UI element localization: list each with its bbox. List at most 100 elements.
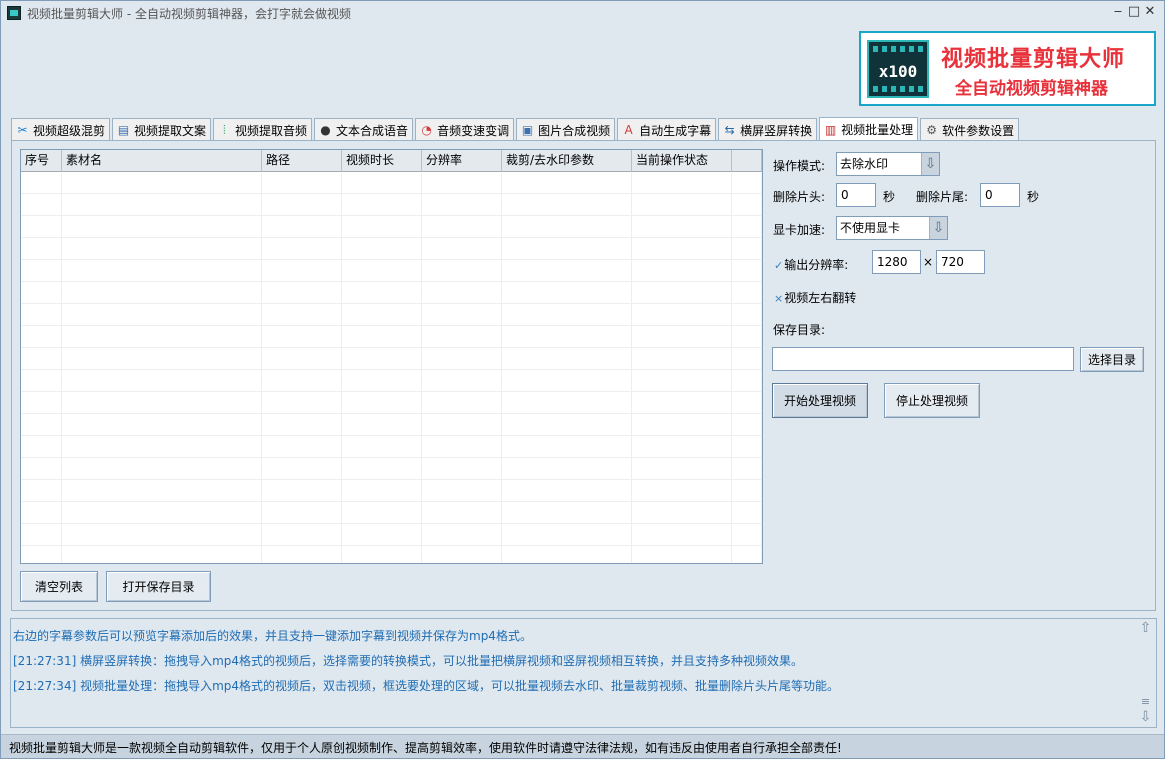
gear-icon: ⚙: [926, 123, 938, 137]
start-process-button[interactable]: 开始处理视频: [772, 383, 868, 418]
column-divider: [731, 172, 732, 563]
tab-label: 文本合成语音: [336, 123, 409, 138]
tab-text-to-speech[interactable]: ● 文本合成语音: [314, 118, 414, 141]
trim-head-unit: 秒: [883, 190, 896, 204]
column-header[interactable]: 视频时长: [342, 150, 422, 172]
maximize-button[interactable]: □: [1126, 3, 1142, 21]
height-input[interactable]: 720: [936, 250, 985, 274]
stop-process-button[interactable]: 停止处理视频: [884, 383, 980, 418]
mode-label: 操作模式:: [773, 159, 826, 173]
status-text: 视频批量剪辑大师是一款视频全自动剪辑软件，仅用于个人原创视频制作、提高剪辑效率，…: [9, 741, 842, 755]
image-icon: ▣: [521, 123, 534, 137]
film-icon: ▥: [824, 122, 837, 137]
tab-label: 视频批量处理: [841, 123, 914, 137]
column-divider: [761, 172, 762, 563]
save-dir-input[interactable]: [772, 347, 1074, 371]
app-window: 视频批量剪辑大师 - 全自动视频剪辑神器，会打字就会做视频 ‒ □ ✕ x100…: [0, 0, 1165, 759]
flip-label: 视频左右翻转: [784, 291, 857, 305]
tab-image-to-video[interactable]: ▣ 图片合成视频: [516, 118, 616, 141]
document-icon: ▤: [117, 123, 130, 137]
resolution-label: 输出分辨率:: [784, 258, 849, 272]
scroll-up-icon[interactable]: ⇧: [1137, 620, 1154, 637]
tab-label: 视频提取音频: [235, 123, 308, 138]
scissors-icon: ✂: [17, 123, 28, 137]
logo-text: x100: [878, 62, 918, 81]
rotate-screen-icon: ⇆: [724, 123, 735, 137]
resolution-checkbox[interactable]: ✓输出分辨率:: [774, 256, 848, 273]
tab-label: 视频超级混剪: [33, 123, 106, 138]
cross-icon: ×: [774, 292, 784, 305]
microphone-icon: ●: [320, 123, 331, 137]
flip-checkbox[interactable]: ×视频左右翻转: [774, 289, 856, 306]
trim-tail-input[interactable]: 0: [980, 183, 1020, 207]
audio-wave-icon: ⦙: [223, 122, 226, 137]
log-scrollbar[interactable]: ⇧ ≡ ⇩: [1137, 620, 1154, 726]
times-sign: ×: [923, 255, 934, 269]
trim-tail-unit: 秒: [1027, 190, 1040, 204]
tab-label: 软件参数设置: [942, 123, 1015, 138]
check-icon: ✓: [774, 259, 784, 272]
log-line: 右边的字幕参数后可以预览字幕添加后的效果，并且支持一键添加字幕到视频并保存为mp…: [13, 629, 532, 643]
brand-banner: x100 视频批量剪辑大师 全自动视频剪辑神器: [859, 31, 1156, 106]
log-output[interactable]: 右边的字幕参数后可以预览字幕添加后的效果，并且支持一键添加字幕到视频并保存为mp…: [10, 618, 1157, 728]
column-header[interactable]: 路径: [262, 150, 342, 172]
banner-subtitle: 全自动视频剪辑神器: [955, 79, 1108, 99]
column-divider: [341, 172, 342, 563]
video-list-table[interactable]: 序号 素材名 路径 视频时长 分辨率 裁剪/去水印参数 当前操作状态: [20, 149, 763, 564]
window-title: 视频批量剪辑大师 - 全自动视频剪辑神器，会打字就会做视频: [27, 7, 351, 21]
batch-process-panel: 序号 素材名 路径 视频时长 分辨率 裁剪/去水印参数 当前操作状态 清空列表 打开保存目录…: [11, 140, 1156, 611]
title-bar[interactable]: 视频批量剪辑大师 - 全自动视频剪辑神器，会打字就会做视频 ‒ □ ✕: [1, 1, 1164, 25]
tab-label: 音频变速变调: [437, 123, 510, 138]
minimize-button[interactable]: ‒: [1110, 3, 1126, 21]
tab-super-mix[interactable]: ✂ 视频超级混剪: [11, 118, 111, 141]
tab-label: 自动生成字幕: [639, 123, 712, 138]
width-input[interactable]: 1280: [872, 250, 921, 274]
column-header[interactable]: 素材名: [62, 150, 262, 172]
save-dir-label: 保存目录:: [773, 323, 826, 337]
table-header: 序号 素材名 路径 视频时长 分辨率 裁剪/去水印参数 当前操作状态: [21, 150, 762, 172]
column-header[interactable]: [732, 150, 762, 172]
banner-title: 视频批量剪辑大师: [941, 47, 1126, 72]
tab-label: 图片合成视频: [538, 123, 611, 138]
mode-select[interactable]: 去除水印 ⇩: [836, 152, 940, 176]
column-divider: [501, 172, 502, 563]
tab-label: 视频提取文案: [134, 123, 207, 138]
column-divider: [261, 172, 262, 563]
column-header[interactable]: 分辨率: [422, 150, 502, 172]
choose-dir-button[interactable]: 选择目录: [1080, 347, 1144, 372]
tab-extract-copy[interactable]: ▤ 视频提取文案: [112, 118, 212, 141]
trim-head-label: 删除片头:: [773, 190, 826, 204]
table-body[interactable]: [21, 172, 762, 563]
gpu-select-value: 不使用显卡: [840, 221, 901, 235]
tab-batch-process[interactable]: ▥ 视频批量处理: [819, 117, 919, 141]
tab-audio-speed[interactable]: ◔ 音频变速变调: [415, 118, 515, 141]
mode-select-value: 去除水印: [840, 157, 889, 171]
log-line: [21:27:34] 视频批量处理：拖拽导入mp4格式的视频后，双击视频，框选要…: [13, 679, 840, 693]
tab-screen-rotate[interactable]: ⇆ 横屏竖屏转换: [718, 118, 818, 141]
font-icon: A: [624, 123, 633, 137]
column-header[interactable]: 序号: [21, 150, 62, 172]
open-save-dir-button[interactable]: 打开保存目录: [106, 571, 211, 602]
status-bar: 视频批量剪辑大师是一款视频全自动剪辑软件，仅用于个人原创视频制作、提高剪辑效率，…: [1, 734, 1164, 758]
chevron-down-icon[interactable]: ⇩: [921, 153, 939, 175]
tab-auto-subtitle[interactable]: A 自动生成字幕: [617, 118, 717, 141]
speedometer-icon: ◔: [421, 123, 432, 137]
gpu-select[interactable]: 不使用显卡 ⇩: [836, 216, 948, 240]
scroll-down-icon[interactable]: ⇩: [1137, 709, 1154, 726]
tab-settings[interactable]: ⚙ 软件参数设置: [920, 118, 1020, 141]
gpu-label: 显卡加速:: [773, 223, 826, 237]
tab-label: 横屏竖屏转换: [740, 123, 813, 138]
trim-tail-label: 删除片尾:: [916, 190, 969, 204]
tab-extract-audio[interactable]: ⦙ 视频提取音频: [213, 118, 313, 141]
column-divider: [631, 172, 632, 563]
clear-list-button[interactable]: 清空列表: [20, 571, 98, 602]
close-button[interactable]: ✕: [1142, 3, 1158, 21]
app-icon: [7, 6, 21, 20]
chevron-down-icon[interactable]: ⇩: [929, 217, 947, 239]
column-header[interactable]: 裁剪/去水印参数: [502, 150, 632, 172]
trim-head-input[interactable]: 0: [836, 183, 876, 207]
film-logo-icon: x100: [867, 40, 929, 98]
log-line: [21:27:31] 横屏竖屏转换：拖拽导入mp4格式的视频后，选择需要的转换模…: [13, 654, 804, 668]
column-header[interactable]: 当前操作状态: [632, 150, 732, 172]
column-divider: [421, 172, 422, 563]
